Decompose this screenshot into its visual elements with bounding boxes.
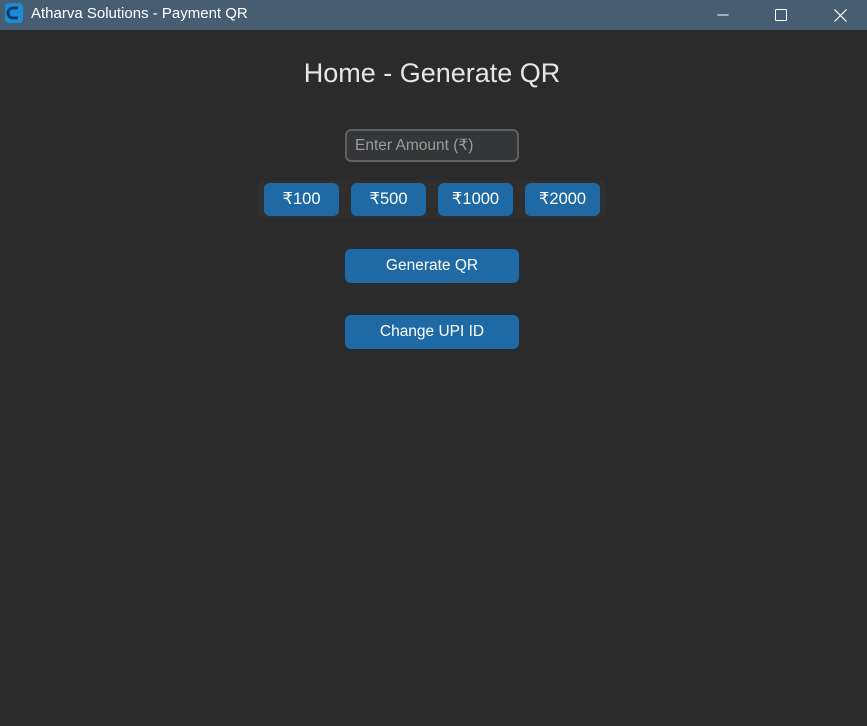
app-icon	[5, 3, 23, 23]
change-upi-id-button[interactable]: Change UPI ID	[345, 315, 519, 349]
preset-100-button[interactable]: ₹100	[264, 183, 339, 216]
maximize-button[interactable]	[758, 0, 804, 30]
page-title: Home - Generate QR	[303, 58, 561, 88]
app-window: Atharva Solutions - Payment QR Home - Ge…	[0, 0, 867, 726]
minimize-icon	[717, 14, 729, 16]
preset-1000-button[interactable]: ₹1000	[438, 183, 513, 216]
amount-input[interactable]	[345, 129, 519, 162]
close-icon	[833, 8, 847, 22]
minimize-button[interactable]	[700, 0, 746, 30]
window-title: Atharva Solutions - Payment QR	[31, 5, 248, 22]
title-bar[interactable]: Atharva Solutions - Payment QR	[0, 0, 867, 30]
preset-2000-button[interactable]: ₹2000	[525, 183, 600, 216]
generate-qr-button[interactable]: Generate QR	[345, 249, 519, 283]
maximize-icon	[775, 9, 787, 21]
close-button[interactable]	[817, 0, 863, 30]
preset-500-button[interactable]: ₹500	[351, 183, 426, 216]
